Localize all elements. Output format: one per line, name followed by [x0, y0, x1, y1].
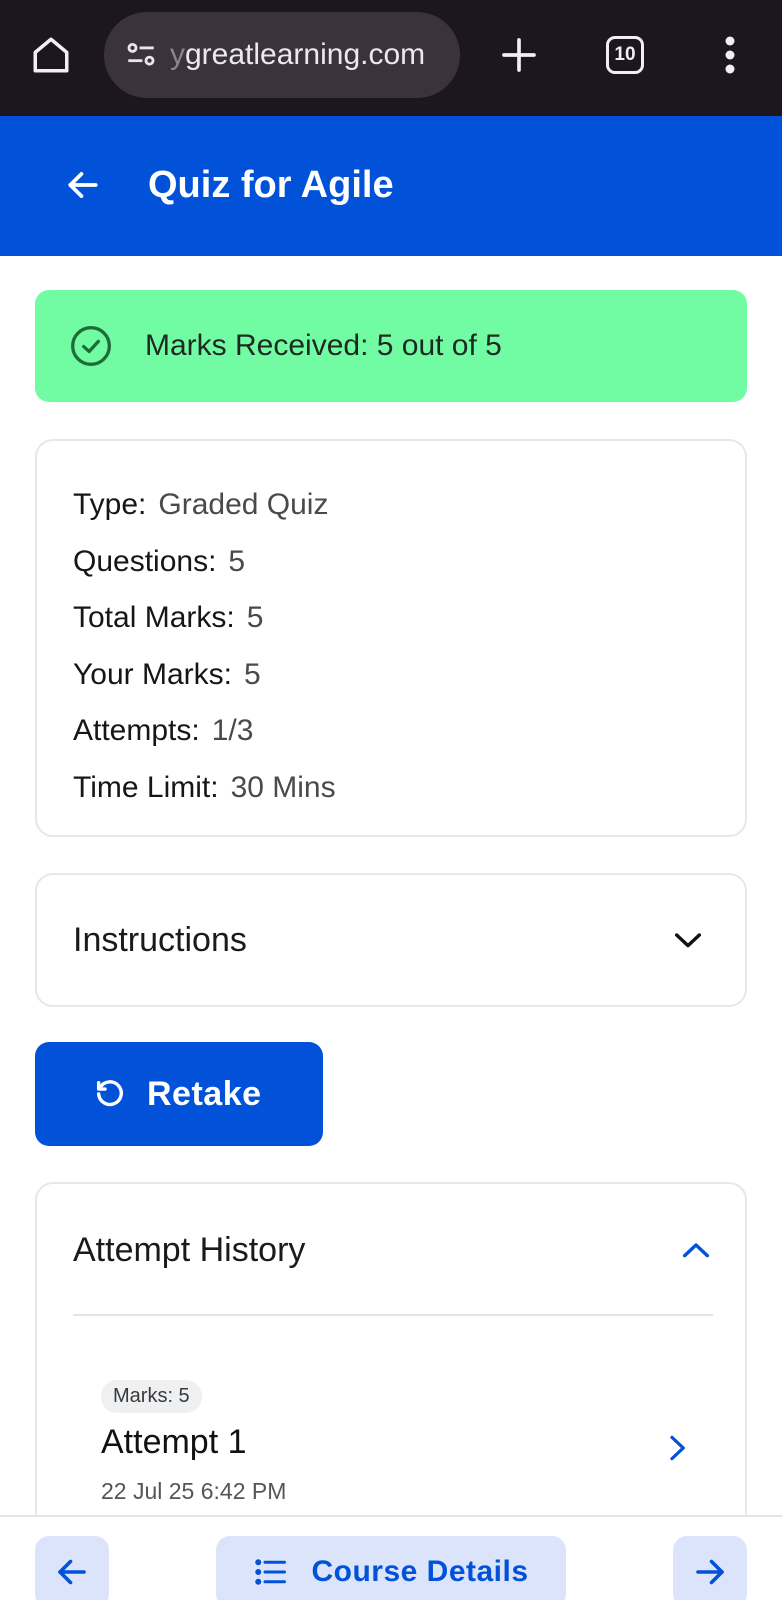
info-value: Graded Quiz [158, 488, 329, 521]
new-tab-button[interactable] [494, 30, 544, 80]
marks-badge: Marks: 5 [101, 1380, 202, 1413]
info-value: 1/3 [211, 714, 254, 747]
app-header: Quiz for Agile [0, 116, 782, 256]
info-row-type: Type: Graded Quiz [73, 477, 745, 534]
info-row-time-limit: Time Limit: 30 Mins [73, 760, 745, 817]
browser-toolbar: ygreatlearning.com 10 [0, 0, 782, 116]
divider [73, 1314, 713, 1316]
tab-switcher-button[interactable]: 10 [606, 36, 644, 74]
info-label: Your Marks: [73, 657, 232, 691]
arrow-left-icon [58, 1559, 86, 1585]
score-banner: Marks Received: 5 out of 5 [35, 290, 747, 402]
next-button[interactable] [673, 1536, 747, 1600]
chevron-right-icon[interactable] [657, 1428, 697, 1468]
info-row-questions: Questions: 5 [73, 534, 745, 591]
attempt-history-header[interactable]: Attempt History [73, 1184, 713, 1316]
back-button[interactable] [60, 162, 106, 208]
bottom-nav: Course Details [0, 1515, 782, 1600]
url-text: ygreatlearning.com [170, 38, 426, 71]
course-details-button[interactable]: Course Details [216, 1536, 566, 1600]
attempt-item[interactable]: Marks: 5 Attempt 1 22 Jul 25 6:42 PM [101, 1380, 697, 1520]
retake-label: Retake [147, 1074, 262, 1113]
info-value: 5 [243, 657, 261, 691]
retake-button[interactable]: Retake [35, 1042, 323, 1146]
previous-button[interactable] [35, 1536, 109, 1600]
more-vert-icon [725, 36, 735, 74]
course-details-label: Course Details [311, 1555, 529, 1588]
info-label: Total Marks: [73, 601, 235, 634]
info-label: Attempts: [73, 714, 200, 747]
info-label: Questions: [73, 544, 217, 578]
page-title: Quiz for Agile [148, 164, 394, 206]
instructions-title: Instructions [73, 920, 247, 959]
attempt-date: 22 Jul 25 6:42 PM [101, 1478, 287, 1504]
plus-icon [502, 38, 536, 72]
address-bar[interactable]: ygreatlearning.com [104, 12, 460, 98]
instructions-accordion[interactable]: Instructions [35, 873, 747, 1007]
info-value: 30 Mins [230, 770, 336, 804]
attempt-title: Attempt 1 [101, 1423, 247, 1461]
home-icon [33, 37, 69, 73]
site-settings-icon[interactable] [122, 36, 160, 74]
tab-count: 10 [614, 44, 636, 65]
info-value: 5 [246, 601, 264, 634]
chevron-down-icon[interactable] [671, 923, 705, 957]
info-value: 5 [228, 544, 246, 578]
info-label: Type: [73, 488, 147, 521]
info-row-your-marks: Your Marks: 5 [73, 647, 745, 704]
info-label: Time Limit: [73, 770, 219, 804]
arrow-right-icon [696, 1559, 724, 1585]
quiz-info-card: Type: Graded Quiz Questions: 5 Total Marks… [35, 439, 747, 837]
retake-icon [96, 1080, 123, 1107]
score-text: Marks Received: 5 out of 5 [145, 329, 502, 362]
list-icon [255, 1559, 287, 1585]
info-row-total-marks: Total Marks: 5 [73, 590, 745, 647]
arrow-left-icon [68, 172, 98, 198]
home-button[interactable] [26, 30, 76, 80]
browser-menu-button[interactable] [712, 30, 748, 80]
info-row-attempts: Attempts: 1/3 [73, 703, 745, 760]
check-circle-icon [71, 326, 111, 366]
chevron-up-icon[interactable] [679, 1233, 713, 1267]
attempt-history-title: Attempt History [73, 1230, 306, 1269]
